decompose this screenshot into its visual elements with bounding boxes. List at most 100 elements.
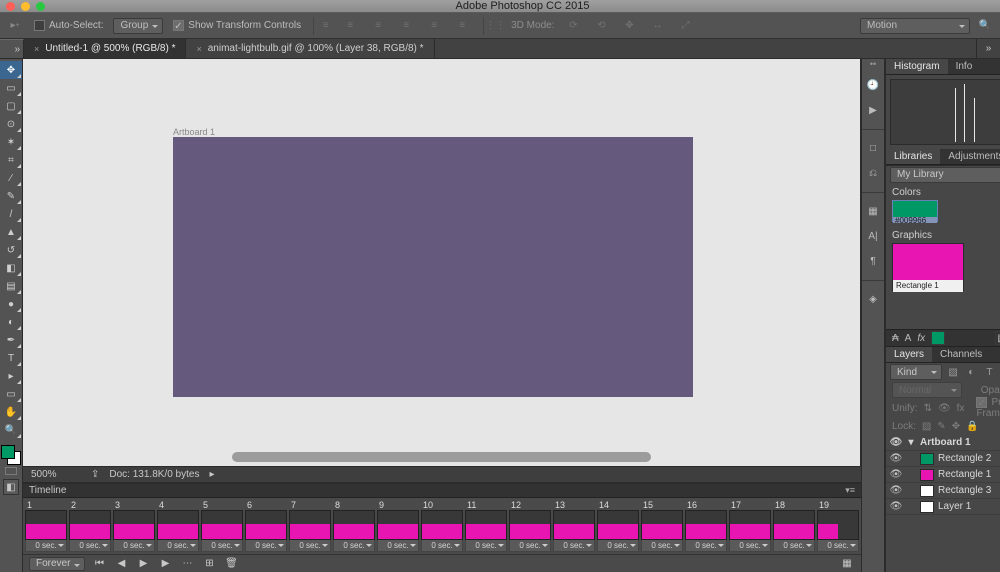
timeline-frame[interactable]: 70 sec. [289,500,331,552]
artboard-label[interactable]: Artboard 1 [173,127,215,137]
pen-tool[interactable]: ✒ [0,331,22,349]
timeline-frame[interactable]: 100 sec. [421,500,463,552]
workspace-dropdown[interactable]: Motion [860,18,970,34]
panel-menu-icon[interactable]: ▾≡ [845,485,855,496]
brush-tool[interactable]: / [0,205,22,223]
frame-delay-dropdown[interactable]: 0 sec. [377,540,419,552]
unify-position-icon[interactable]: ⇅ [924,403,932,414]
timeline-frame[interactable]: 50 sec. [201,500,243,552]
timeline-frame[interactable]: 20 sec. [69,500,111,552]
artboard[interactable] [173,137,693,397]
timeline-frame[interactable]: 170 sec. [729,500,771,552]
rectangle-tool[interactable]: ▭ [0,385,22,403]
frame-delay-dropdown[interactable]: 0 sec. [729,540,771,552]
artboard-row[interactable]: 👁 ▾ Artboard 1 [886,435,1000,451]
frame-delay-dropdown[interactable]: 0 sec. [113,540,155,552]
search-icon[interactable]: 🔍 [976,17,994,35]
window-minimize-button[interactable] [21,2,30,11]
play-icon[interactable]: ▶ [135,557,151,571]
timeline-frame[interactable]: 180 sec. [773,500,815,552]
tool-preset-icon[interactable]: ▸+ [6,17,24,35]
timeline-frame[interactable]: 110 sec. [465,500,507,552]
align-left-icon[interactable]: ≡ [397,17,415,35]
auto-select-mode-dropdown[interactable]: Group [113,18,163,34]
align-vcenter-icon[interactable]: ≡ [341,17,359,35]
lock-all-icon[interactable]: 🔒 [966,421,978,432]
layer-row[interactable]: 👁Rectangle 2 [886,451,1000,467]
frame-delay-dropdown[interactable]: 0 sec. [465,540,507,552]
tab-layers[interactable]: Layers [886,347,932,362]
3d-panel-icon[interactable]: ◈ [862,287,884,312]
doc-info[interactable]: Doc: 131.8K/0 bytes [109,469,199,480]
layer-thumb[interactable] [920,453,934,465]
loop-dropdown[interactable]: Forever [29,557,85,571]
align-top-icon[interactable]: ≡ [313,17,331,35]
layer-thumb[interactable] [920,501,934,513]
char-style-icon[interactable]: ₳ [892,333,899,344]
layer-thumb[interactable] [920,469,934,481]
timeline-frame[interactable]: 140 sec. [597,500,639,552]
gradient-tool[interactable]: ▤ [0,277,22,295]
timeline-frame[interactable]: 60 sec. [245,500,287,552]
healing-tool[interactable]: ✎ [0,187,22,205]
brush-panel-icon[interactable]: ⎌ [862,161,884,186]
timeline-frame[interactable]: 80 sec. [333,500,375,552]
align-right-icon[interactable]: ≡ [453,17,471,35]
lasso-tool[interactable]: ⊙ [0,115,22,133]
visibility-icon[interactable]: 👁 [890,501,902,513]
filter-pixel-icon[interactable]: ▧ [946,364,960,380]
lock-position-icon[interactable]: ✥ [952,421,960,432]
frame-delay-dropdown[interactable]: 0 sec. [553,540,595,552]
align-bottom-icon[interactable]: ≡ [369,17,387,35]
lock-transparent-icon[interactable]: ▨ [922,421,931,432]
twirl-down-icon[interactable]: ▾ [906,437,916,448]
unify-style-icon[interactable]: fx [957,403,965,414]
lock-pixels-icon[interactable]: ✎ [937,421,945,432]
export-icon[interactable]: ⇪ [91,469,99,480]
default-colors-icon[interactable] [5,467,17,475]
path-select-tool[interactable]: ▸ [0,367,22,385]
timeline-frame[interactable]: 190 sec. [817,500,859,552]
new-frame-icon[interactable]: ⊞ [201,557,217,571]
eyedropper-tool[interactable]: ⁄ [0,169,22,187]
window-close-button[interactable] [6,2,15,11]
next-frame-icon[interactable]: ▶ [157,557,173,571]
canvas[interactable]: Artboard 1 [23,59,861,466]
zoom-level[interactable]: 500% [31,469,81,480]
blend-mode-dropdown[interactable]: Normal [892,382,962,398]
timeline-frame[interactable]: 10 sec. [25,500,67,552]
document-tab-2[interactable]: × animat-lightbulb.gif @ 100% (Layer 38,… [186,39,434,58]
close-icon[interactable]: × [34,44,39,54]
timeline-frame[interactable]: 30 sec. [113,500,155,552]
actions-panel-icon[interactable]: ▶ [862,98,884,123]
filter-type-icon[interactable]: T [982,364,996,380]
frame-delay-dropdown[interactable]: 0 sec. [201,540,243,552]
frame-delay-dropdown[interactable]: 0 sec. [685,540,727,552]
frame-delay-dropdown[interactable]: 0 sec. [25,540,67,552]
blur-tool[interactable]: ● [0,295,22,313]
filter-kind-dropdown[interactable]: Kind [890,364,942,380]
frame-delay-dropdown[interactable]: 0 sec. [597,540,639,552]
tab-adjustments[interactable]: Adjustments [940,149,1000,164]
propagate-checkbox[interactable]: ✓Propagate Frame 1 [976,397,1000,419]
layer-row[interactable]: 👁Layer 1 [886,499,1000,515]
artboard-tool[interactable]: ▭ [0,79,22,97]
show-transform-checkbox[interactable]: ✓Show Transform Controls [173,20,301,31]
timeline-frame[interactable]: 150 sec. [641,500,683,552]
frame-delay-dropdown[interactable]: 0 sec. [333,540,375,552]
add-color-icon[interactable] [931,331,945,345]
history-panel-icon[interactable]: 🕘 [862,73,884,98]
marquee-tool[interactable]: ▢ [0,97,22,115]
frame-delay-dropdown[interactable]: 0 sec. [245,540,287,552]
visibility-icon[interactable]: 👁 [890,469,902,481]
history-brush-tool[interactable]: ↺ [0,241,22,259]
tab-scroll-left[interactable]: » [0,39,24,58]
horizontal-scrollbar[interactable] [232,452,651,462]
visibility-icon[interactable]: 👁 [890,453,902,465]
type-tool[interactable]: T [0,349,22,367]
tab-overflow[interactable]: » [976,39,1000,58]
distribute-icon[interactable]: ⋮⋮ [483,17,501,35]
window-zoom-button[interactable] [36,2,45,11]
frame-delay-dropdown[interactable]: 0 sec. [157,540,199,552]
tween-icon[interactable]: ⋯ [179,557,195,571]
